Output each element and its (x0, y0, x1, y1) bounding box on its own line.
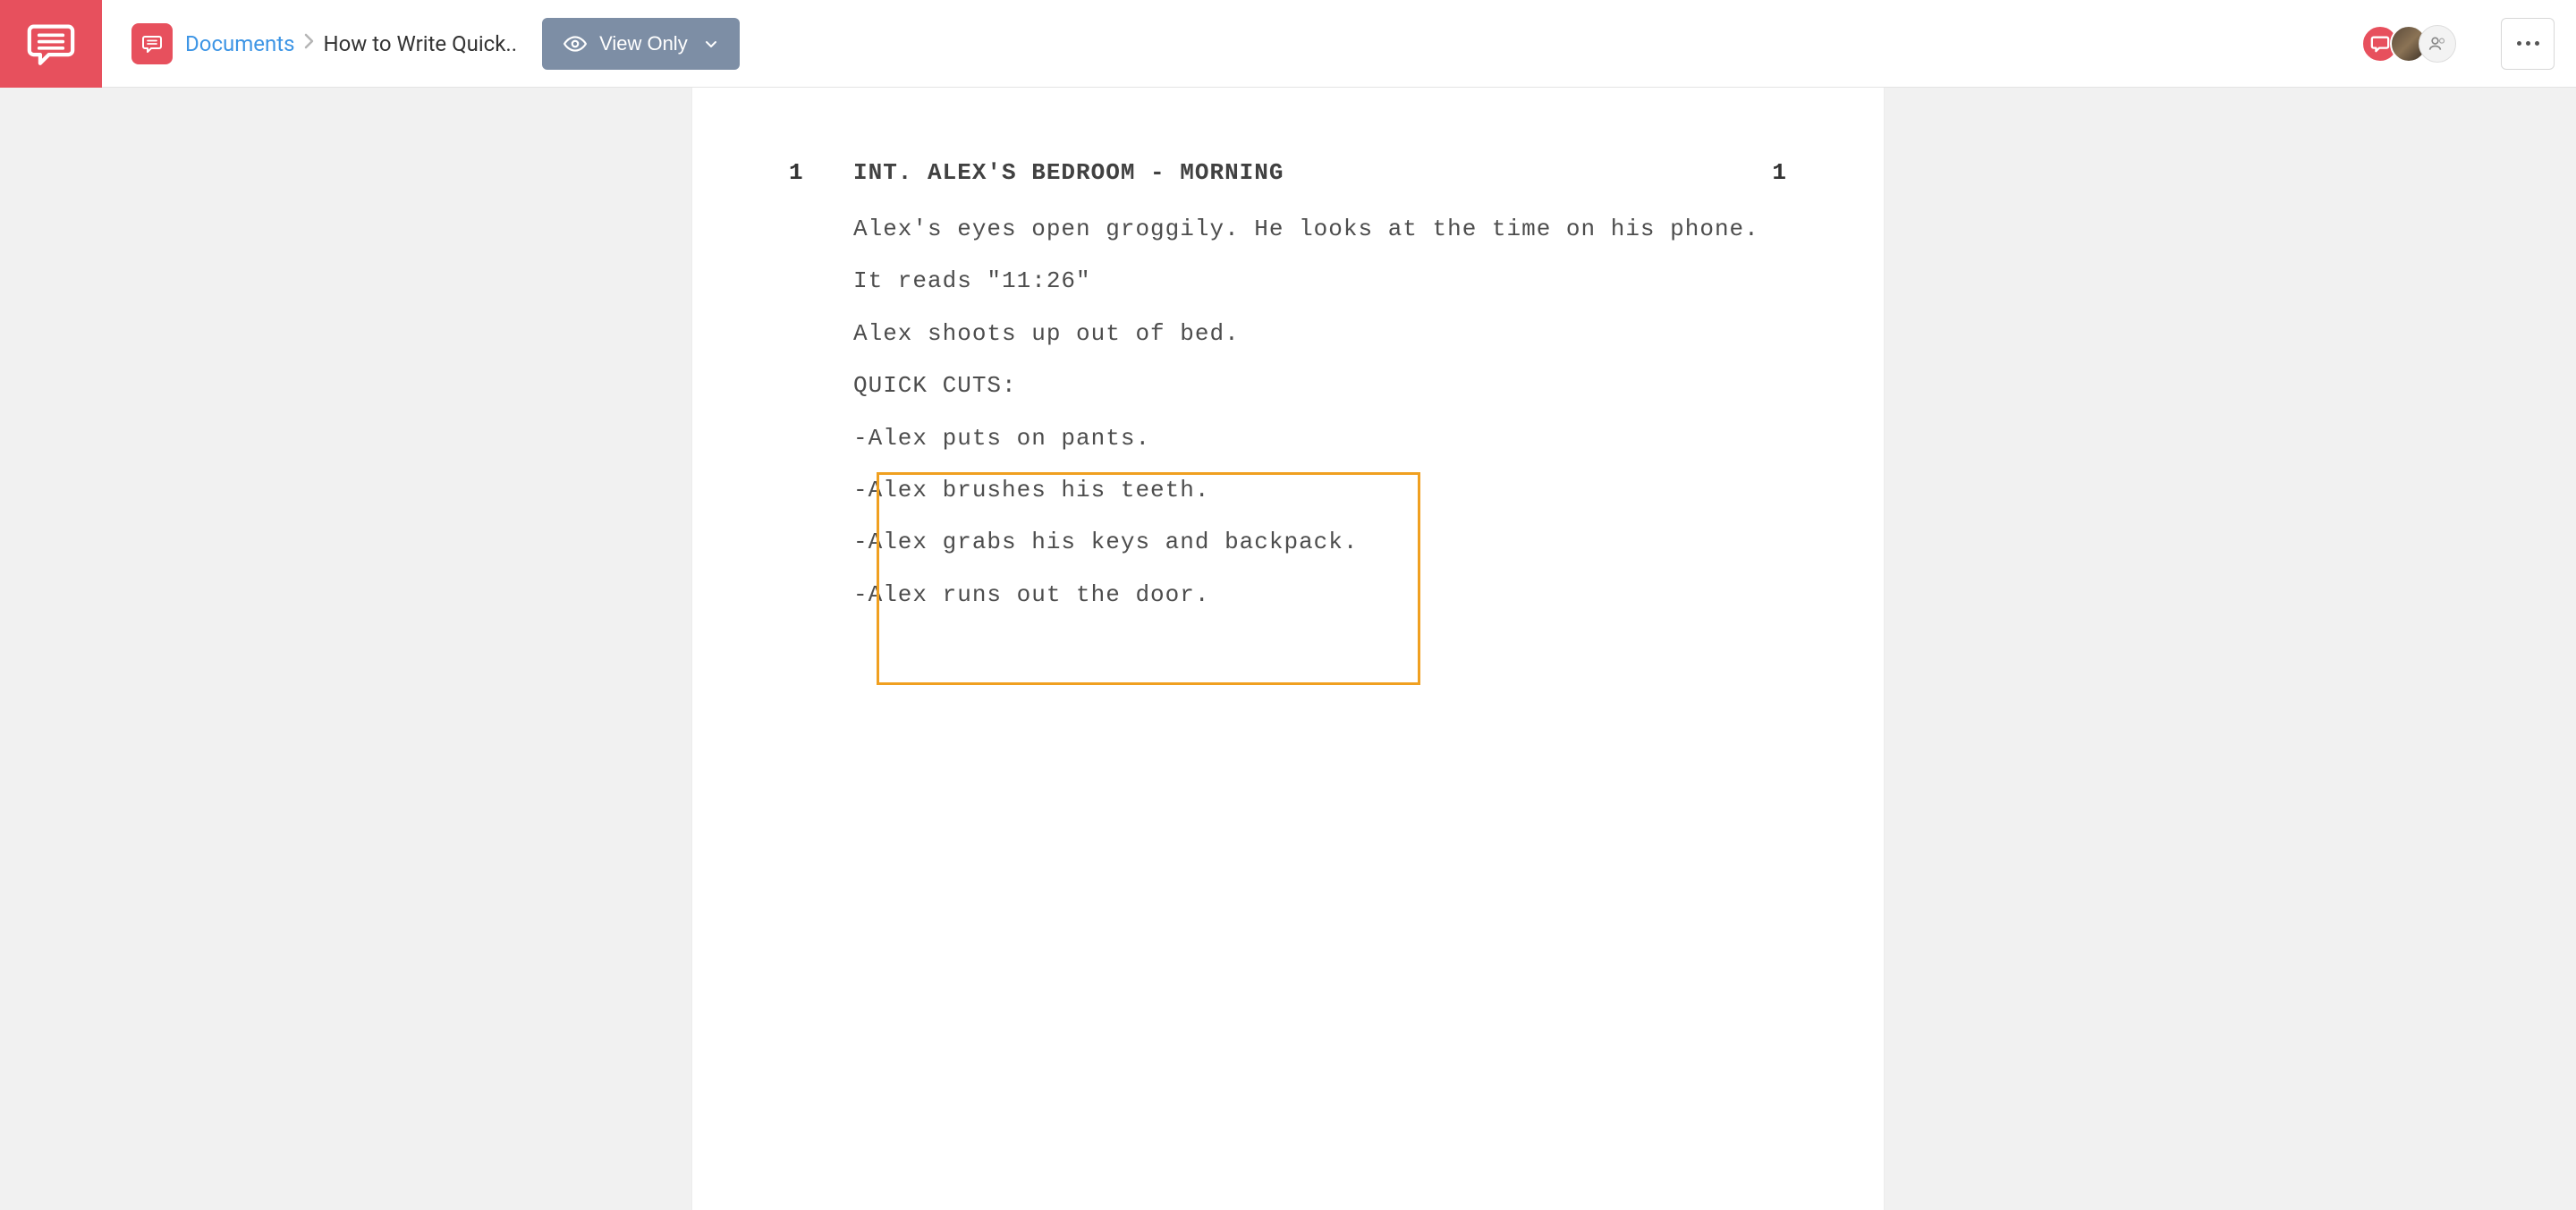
document-type-icon[interactable] (131, 23, 173, 64)
action-line: -Alex brushes his teeth. (853, 474, 1787, 506)
collaborator-avatars (2370, 25, 2456, 63)
scene-heading-row: 1 INT. ALEX'S BEDROOM - MORNING 1 (789, 159, 1787, 186)
scene-number-left: 1 (789, 159, 853, 186)
action-line: -Alex grabs his keys and backpack. (853, 526, 1787, 558)
action-line: It reads "11:26" (853, 265, 1787, 297)
more-options-button[interactable] (2501, 18, 2555, 70)
breadcrumb-root-link[interactable]: Documents (185, 31, 295, 56)
breadcrumb: Documents How to Write Quick.. (185, 31, 517, 56)
script-page: 1 INT. ALEX'S BEDROOM - MORNING 1 Alex's… (692, 88, 1884, 1210)
action-line: QUICK CUTS: (853, 369, 1787, 402)
scene-heading: INT. ALEX'S BEDROOM - MORNING (853, 159, 1284, 186)
action-line: -Alex puts on pants. (853, 422, 1787, 454)
action-line: Alex shoots up out of bed. (853, 317, 1787, 350)
add-collaborator-button[interactable] (2419, 25, 2456, 63)
chevron-right-icon (304, 32, 315, 55)
more-horizontal-icon (2517, 41, 2539, 46)
person-add-icon (2428, 35, 2446, 53)
speech-bubble-small-icon (141, 33, 163, 55)
action-line: -Alex runs out the door. (853, 579, 1787, 611)
brand-logo[interactable] (0, 0, 102, 88)
speech-bubble-avatar-icon (2370, 34, 2390, 54)
view-mode-label: View Only (599, 32, 688, 55)
breadcrumb-current: How to Write Quick.. (324, 31, 518, 56)
chevron-down-icon (704, 37, 718, 51)
action-line: Alex's eyes open groggily. He looks at t… (853, 213, 1787, 245)
speech-bubble-icon (25, 18, 77, 70)
eye-icon (564, 32, 587, 55)
app-header: Documents How to Write Quick.. View Only (0, 0, 2576, 88)
header-right (2370, 18, 2576, 70)
scene-number-right: 1 (1772, 159, 1787, 186)
header-left: Documents How to Write Quick.. View Only (102, 18, 740, 70)
view-mode-button[interactable]: View Only (542, 18, 740, 70)
document-viewport[interactable]: 1 INT. ALEX'S BEDROOM - MORNING 1 Alex's… (0, 88, 2576, 1210)
